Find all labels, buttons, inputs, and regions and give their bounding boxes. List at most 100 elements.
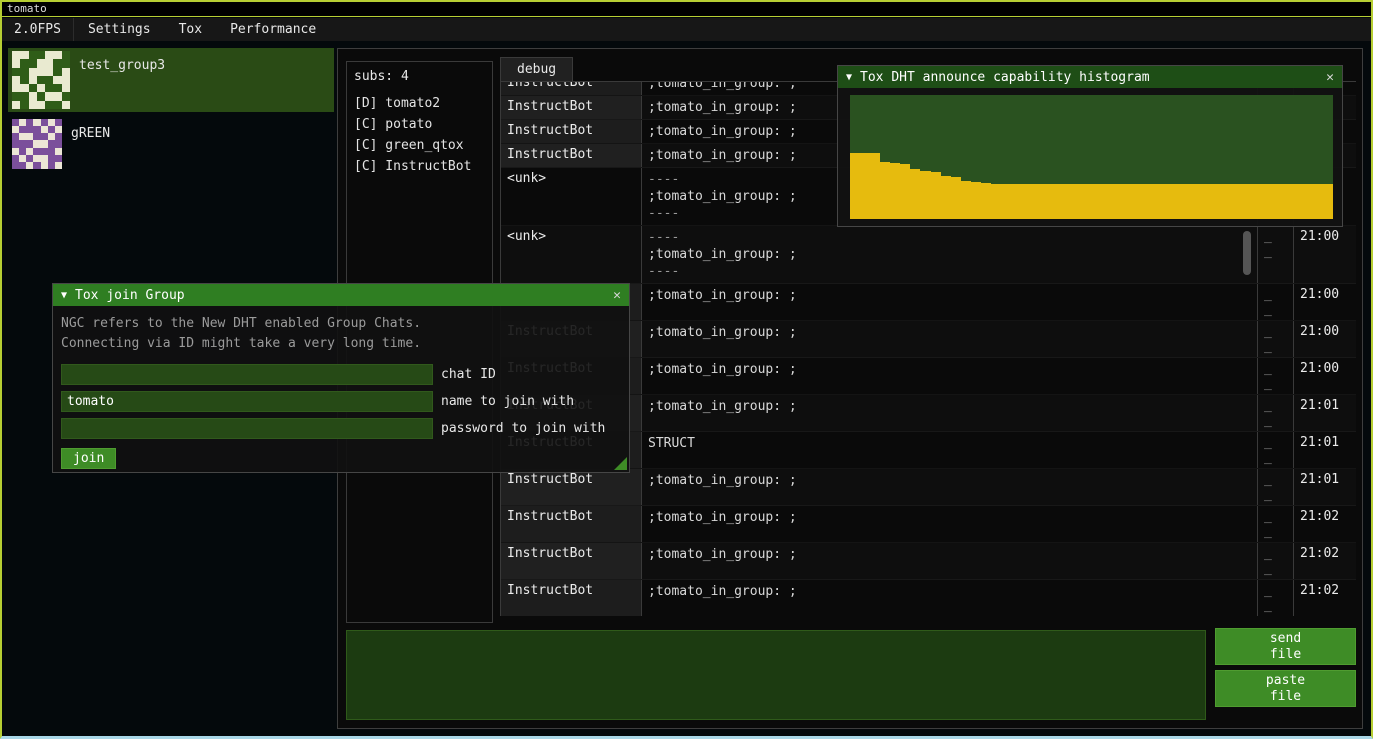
histogram-bar bbox=[1152, 184, 1162, 219]
message-line: ;tomato_in_group: ; bbox=[648, 509, 1251, 526]
group-name: test_group3 bbox=[79, 58, 165, 109]
avatar-pixel bbox=[20, 51, 28, 59]
message-line: ---- bbox=[648, 263, 1251, 280]
subs-item[interactable]: [D] tomato2 bbox=[347, 93, 492, 114]
group-name: gREEN bbox=[71, 126, 110, 169]
histogram-bar bbox=[920, 171, 930, 219]
join-field-input-0[interactable] bbox=[61, 364, 433, 385]
sender-name: InstructBot bbox=[501, 506, 642, 542]
avatar-pixel bbox=[48, 155, 55, 162]
join-field-label: name to join with bbox=[441, 394, 574, 409]
message-line: ;tomato_in_group: ; bbox=[648, 361, 1251, 378]
avatar-pixel bbox=[37, 84, 45, 92]
sender-name: InstructBot bbox=[501, 120, 642, 143]
message-time: 21:01 bbox=[1294, 469, 1356, 505]
message-text: ;tomato_in_group: ; bbox=[642, 321, 1258, 357]
tab-debug[interactable]: debug bbox=[500, 57, 573, 81]
message-time: 21:02 bbox=[1294, 543, 1356, 579]
histogram-bar bbox=[870, 153, 880, 219]
message-row[interactable]: <unk>----;tomato_in_group: ;----_ _21:00 bbox=[501, 226, 1356, 284]
subs-item[interactable]: [C] green_qtox bbox=[347, 135, 492, 156]
histogram-bar bbox=[1112, 184, 1122, 219]
histogram-bar bbox=[1323, 184, 1333, 219]
avatar-pixel bbox=[19, 148, 26, 155]
message-row[interactable]: InstructBot;tomato_in_group: ;_ _21:02 bbox=[501, 543, 1356, 580]
avatar-pixel bbox=[19, 162, 26, 169]
histogram-bar bbox=[1162, 184, 1172, 219]
message-row[interactable]: InstructBot;tomato_in_group: ;_ _21:02 bbox=[501, 580, 1356, 616]
histogram-titlebar[interactable]: ▼ Tox DHT announce capability histogram … bbox=[838, 66, 1342, 88]
chat-scrollbar-thumb[interactable] bbox=[1243, 231, 1251, 275]
send-file-button[interactable]: send file bbox=[1215, 628, 1356, 665]
message-line: STRUCT bbox=[648, 435, 1251, 452]
menu-item-performance[interactable]: Performance bbox=[216, 18, 330, 41]
subs-title: subs: 4 bbox=[347, 62, 492, 93]
avatar-pixel bbox=[53, 84, 61, 92]
join-description-line1: NGC refers to the New DHT enabled Group … bbox=[61, 314, 621, 334]
menu-item-tox[interactable]: Tox bbox=[165, 18, 216, 41]
collapse-icon[interactable]: ▼ bbox=[61, 290, 67, 301]
histogram-bar bbox=[1263, 184, 1273, 219]
message-text: ;tomato_in_group: ; bbox=[642, 284, 1258, 320]
menu-item-settings[interactable]: Settings bbox=[74, 18, 165, 41]
avatar-pixel bbox=[53, 51, 61, 59]
join-field-row: password to join with bbox=[61, 418, 621, 439]
avatar-pixel bbox=[62, 84, 70, 92]
join-button[interactable]: join bbox=[61, 448, 116, 469]
histogram-plot bbox=[850, 95, 1333, 219]
sender-name: InstructBot bbox=[501, 144, 642, 167]
join-close-icon[interactable]: ✕ bbox=[613, 288, 621, 303]
window-titlebar[interactable]: tomato bbox=[2, 2, 1371, 17]
join-titlebar[interactable]: ▼ Tox join Group ✕ bbox=[53, 284, 629, 306]
paste-file-button[interactable]: paste file bbox=[1215, 670, 1356, 707]
join-field-row: tomato name to join with bbox=[61, 391, 621, 412]
histogram-bar bbox=[1102, 184, 1112, 219]
message-row[interactable]: InstructBot;tomato_in_group: ;_ _21:02 bbox=[501, 506, 1356, 543]
group-item-test_group3[interactable]: test_group3 bbox=[8, 48, 334, 112]
histogram-bar bbox=[1182, 184, 1192, 219]
join-title: Tox join Group bbox=[75, 288, 185, 303]
sender-name: <unk> bbox=[501, 168, 642, 225]
collapse-icon[interactable]: ▼ bbox=[846, 72, 852, 83]
join-description-line2: Connecting via ID might take a very long… bbox=[61, 334, 621, 354]
message-line: ;tomato_in_group: ; bbox=[648, 583, 1251, 600]
avatar-pixel bbox=[29, 92, 37, 100]
avatar-pixel bbox=[55, 119, 62, 126]
avatar-pixel bbox=[33, 162, 40, 169]
message-text: ----;tomato_in_group: ;---- bbox=[642, 226, 1258, 283]
join-field-input-2[interactable] bbox=[61, 418, 433, 439]
subs-item[interactable]: [C] InstructBot bbox=[347, 156, 492, 177]
avatar-pixel bbox=[12, 68, 20, 76]
avatar-pixel bbox=[19, 126, 26, 133]
message-flags: _ _ bbox=[1258, 580, 1294, 616]
message-text: ;tomato_in_group: ; bbox=[642, 506, 1258, 542]
join-field-label: chat ID bbox=[441, 367, 496, 382]
message-row[interactable]: InstructBot;tomato_in_group: ;_ _21:01 bbox=[501, 469, 1356, 506]
avatar-pixel bbox=[29, 101, 37, 109]
histogram-bar bbox=[1273, 184, 1283, 219]
message-flags: _ _ bbox=[1258, 321, 1294, 357]
histogram-bar bbox=[1303, 184, 1313, 219]
histogram-close-icon[interactable]: ✕ bbox=[1326, 70, 1334, 85]
resize-grip[interactable] bbox=[614, 457, 627, 470]
avatar-pixel bbox=[33, 119, 40, 126]
message-line: ;tomato_in_group: ; bbox=[648, 398, 1251, 415]
avatar-pixel bbox=[62, 68, 70, 76]
message-input[interactable] bbox=[346, 630, 1206, 720]
avatar-pixel bbox=[20, 92, 28, 100]
subs-item[interactable]: [C] potato bbox=[347, 114, 492, 135]
avatar-pixel bbox=[12, 84, 20, 92]
histogram-bar bbox=[1222, 184, 1232, 219]
histogram-bar bbox=[941, 176, 951, 219]
group-list: test_group3 gREEN bbox=[8, 48, 334, 176]
avatar-pixel bbox=[37, 68, 45, 76]
histogram-bar bbox=[1232, 184, 1242, 219]
histogram-bar bbox=[1313, 184, 1323, 219]
message-flags: _ _ bbox=[1258, 543, 1294, 579]
group-item-gREEN[interactable]: gREEN bbox=[8, 116, 334, 172]
histogram-bar bbox=[1142, 184, 1152, 219]
histogram-title: Tox DHT announce capability histogram bbox=[860, 70, 1150, 85]
histogram-bar bbox=[900, 164, 910, 219]
join-field-input-1[interactable]: tomato bbox=[61, 391, 433, 412]
sender-name: InstructBot bbox=[501, 580, 642, 616]
